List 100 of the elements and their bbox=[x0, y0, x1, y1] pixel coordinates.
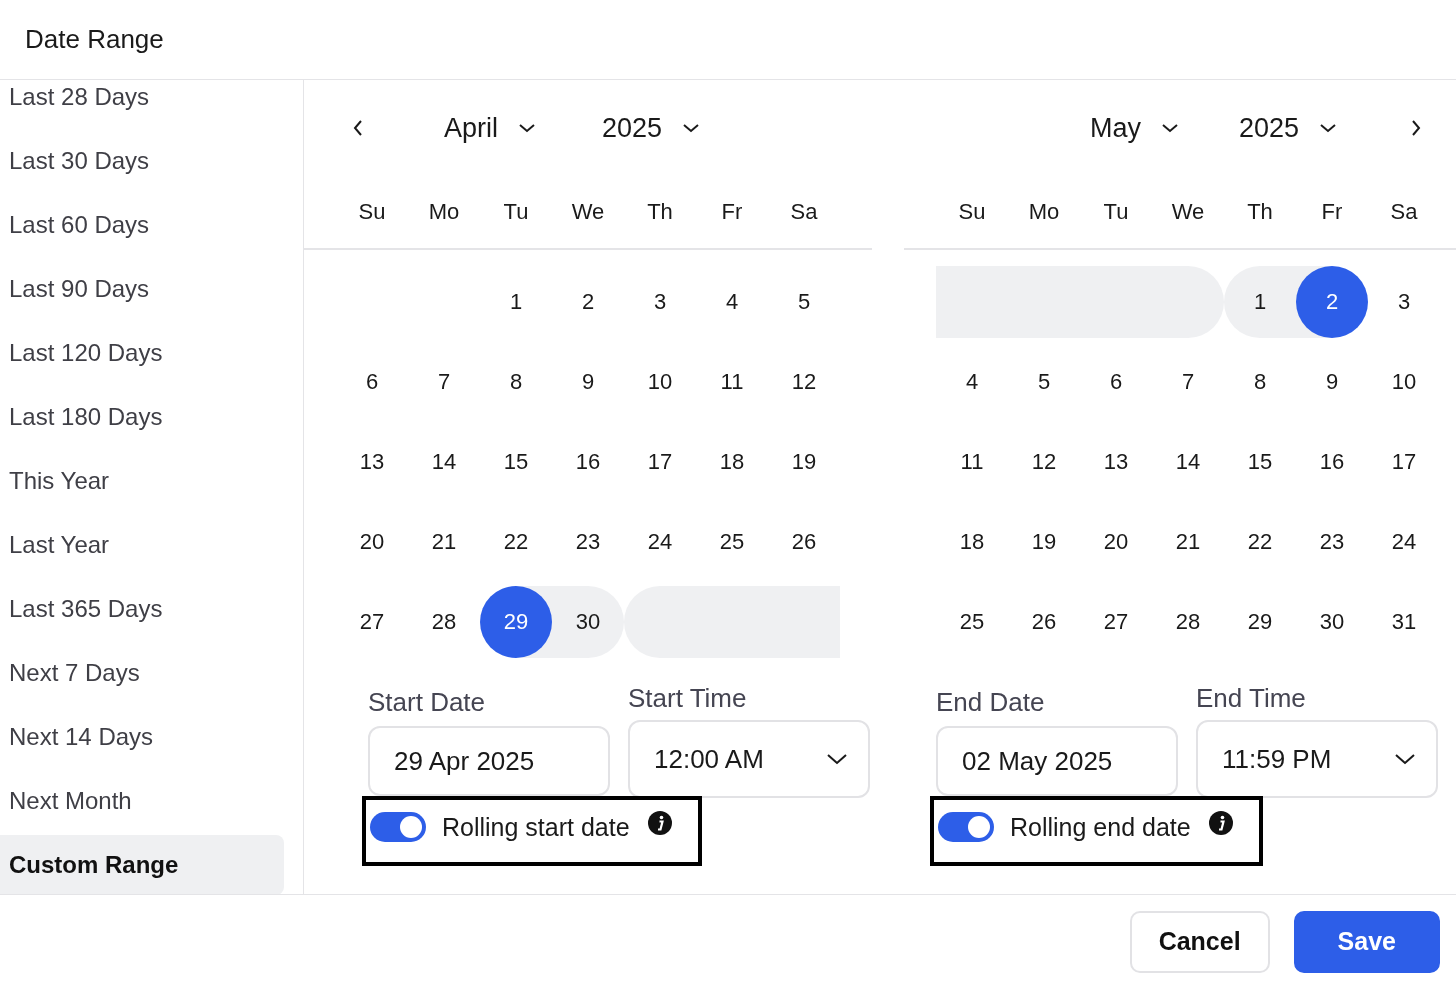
previous-month-icon[interactable] bbox=[352, 118, 364, 138]
calendar-day[interactable]: 22 bbox=[1224, 506, 1296, 578]
toggle-switch[interactable] bbox=[938, 812, 994, 842]
calendar-day[interactable]: 20 bbox=[1080, 506, 1152, 578]
weekday-label: Sa bbox=[789, 198, 819, 226]
calendar-day[interactable]: 29 bbox=[1224, 586, 1296, 658]
weekday-label: Mo bbox=[427, 198, 461, 226]
preset-item[interactable]: Last 180 Days bbox=[0, 385, 284, 449]
calendar-day[interactable]: 28 bbox=[1152, 586, 1224, 658]
preset-item[interactable]: Next Month bbox=[0, 769, 284, 833]
calendar-day[interactable]: 15 bbox=[1224, 426, 1296, 498]
calendar-day[interactable]: 5 bbox=[768, 266, 840, 338]
calendar-day[interactable]: 19 bbox=[768, 426, 840, 498]
time-label: End Time bbox=[1196, 682, 1307, 714]
time-select[interactable]: 12:00 AM bbox=[628, 720, 870, 798]
calendar-day[interactable]: 26 bbox=[768, 506, 840, 578]
calendar-day[interactable]: 7 bbox=[408, 346, 480, 418]
calendar-day[interactable]: 22 bbox=[480, 506, 552, 578]
calendar-day[interactable]: 13 bbox=[1080, 426, 1152, 498]
calendar-day[interactable]: 17 bbox=[1368, 426, 1440, 498]
calendar-day[interactable]: 21 bbox=[1152, 506, 1224, 578]
time-label: Start Time bbox=[628, 682, 748, 714]
calendar-day[interactable]: 2 bbox=[1296, 266, 1368, 338]
calendar-day[interactable]: 5 bbox=[1008, 346, 1080, 418]
calendar-day[interactable]: 17 bbox=[624, 426, 696, 498]
calendar-day[interactable]: 19 bbox=[1008, 506, 1080, 578]
year-select[interactable]: 2025 bbox=[602, 112, 701, 144]
info-icon[interactable] bbox=[1208, 811, 1233, 835]
calendar-day[interactable]: 18 bbox=[696, 426, 768, 498]
year-select[interactable]: 2025 bbox=[1239, 112, 1338, 144]
calendar-day[interactable]: 24 bbox=[1368, 506, 1440, 578]
calendar-day[interactable]: 30 bbox=[552, 586, 624, 658]
calendar-day[interactable]: 3 bbox=[1368, 266, 1440, 338]
calendar-day[interactable]: 16 bbox=[552, 426, 624, 498]
month-select[interactable]: April bbox=[444, 112, 536, 144]
calendar-day[interactable]: 1 bbox=[1224, 266, 1296, 338]
calendar-day[interactable]: 18 bbox=[936, 506, 1008, 578]
preset-item[interactable]: Last 28 Days bbox=[0, 80, 284, 129]
calendar-day[interactable]: 6 bbox=[1080, 346, 1152, 418]
calendar-day[interactable]: 30 bbox=[1296, 586, 1368, 658]
calendar-day[interactable]: 28 bbox=[408, 586, 480, 658]
calendar-day[interactable]: 24 bbox=[624, 506, 696, 578]
date-label: End Date bbox=[936, 686, 1046, 718]
preset-item[interactable]: Last 365 Days bbox=[0, 577, 284, 641]
calendar-day[interactable]: 26 bbox=[1008, 586, 1080, 658]
save-button[interactable]: Save bbox=[1293, 910, 1440, 973]
calendar-day[interactable]: 6 bbox=[336, 346, 408, 418]
month-select[interactable]: May bbox=[1090, 112, 1179, 144]
preset-item[interactable]: Last 120 Days bbox=[0, 321, 284, 385]
calendar-day[interactable]: 16 bbox=[1296, 426, 1368, 498]
calendar-day[interactable]: 29 bbox=[480, 586, 552, 658]
dialog-title: Date Range bbox=[25, 24, 164, 55]
calendar-day[interactable]: 4 bbox=[936, 346, 1008, 418]
next-month-icon[interactable] bbox=[1410, 118, 1422, 138]
weekday-label: We bbox=[570, 198, 606, 226]
calendar-day[interactable]: 14 bbox=[1152, 426, 1224, 498]
chevron-down-icon bbox=[1319, 122, 1338, 134]
calendar-day[interactable]: 31 bbox=[1368, 586, 1440, 658]
preset-item[interactable]: Custom Range bbox=[0, 835, 284, 894]
calendar-day[interactable]: 10 bbox=[624, 346, 696, 418]
calendar-day[interactable]: 7 bbox=[1152, 346, 1224, 418]
preset-item[interactable]: Next 14 Days bbox=[0, 705, 284, 769]
cancel-button[interactable]: Cancel bbox=[1129, 910, 1270, 973]
date-field[interactable]: 02 May 2025 bbox=[936, 726, 1178, 796]
calendar-day[interactable]: 25 bbox=[696, 506, 768, 578]
calendar-day[interactable]: 15 bbox=[480, 426, 552, 498]
calendar-day[interactable]: 10 bbox=[1368, 346, 1440, 418]
toggle-switch[interactable] bbox=[370, 812, 426, 842]
calendar-day[interactable]: 27 bbox=[1080, 586, 1152, 658]
calendar-day[interactable]: 3 bbox=[624, 266, 696, 338]
calendar-day[interactable]: 9 bbox=[552, 346, 624, 418]
time-select[interactable]: 11:59 PM bbox=[1196, 720, 1438, 798]
info-icon[interactable] bbox=[647, 811, 672, 835]
date-field[interactable]: 29 Apr 2025 bbox=[368, 726, 610, 796]
calendar-day[interactable]: 8 bbox=[1224, 346, 1296, 418]
calendar-day[interactable]: 23 bbox=[1296, 506, 1368, 578]
calendar-day[interactable]: 14 bbox=[408, 426, 480, 498]
calendar-day[interactable]: 20 bbox=[336, 506, 408, 578]
calendar-day[interactable]: 9 bbox=[1296, 346, 1368, 418]
preset-item[interactable]: Last Year bbox=[0, 513, 284, 577]
preset-item[interactable]: Last 30 Days bbox=[0, 129, 284, 193]
calendar-day[interactable]: 4 bbox=[696, 266, 768, 338]
calendar-day[interactable]: 25 bbox=[936, 586, 1008, 658]
calendar-day[interactable]: 12 bbox=[1008, 426, 1080, 498]
calendar-day[interactable]: 1 bbox=[480, 266, 552, 338]
preset-item[interactable]: Last 90 Days bbox=[0, 257, 284, 321]
preset-item[interactable]: This Year bbox=[0, 449, 284, 513]
date-label: Start Date bbox=[368, 686, 487, 718]
calendar-day[interactable]: 13 bbox=[336, 426, 408, 498]
calendar-day[interactable]: 11 bbox=[936, 426, 1008, 498]
calendar-day[interactable]: 2 bbox=[552, 266, 624, 338]
calendar-day[interactable]: 11 bbox=[696, 346, 768, 418]
calendar-day[interactable]: 27 bbox=[336, 586, 408, 658]
weekday-label: Su bbox=[957, 198, 987, 226]
calendar-day[interactable]: 23 bbox=[552, 506, 624, 578]
preset-item[interactable]: Next 7 Days bbox=[0, 641, 284, 705]
calendar-day[interactable]: 21 bbox=[408, 506, 480, 578]
calendar-day[interactable]: 8 bbox=[480, 346, 552, 418]
preset-item[interactable]: Last 60 Days bbox=[0, 193, 284, 257]
calendar-day[interactable]: 12 bbox=[768, 346, 840, 418]
